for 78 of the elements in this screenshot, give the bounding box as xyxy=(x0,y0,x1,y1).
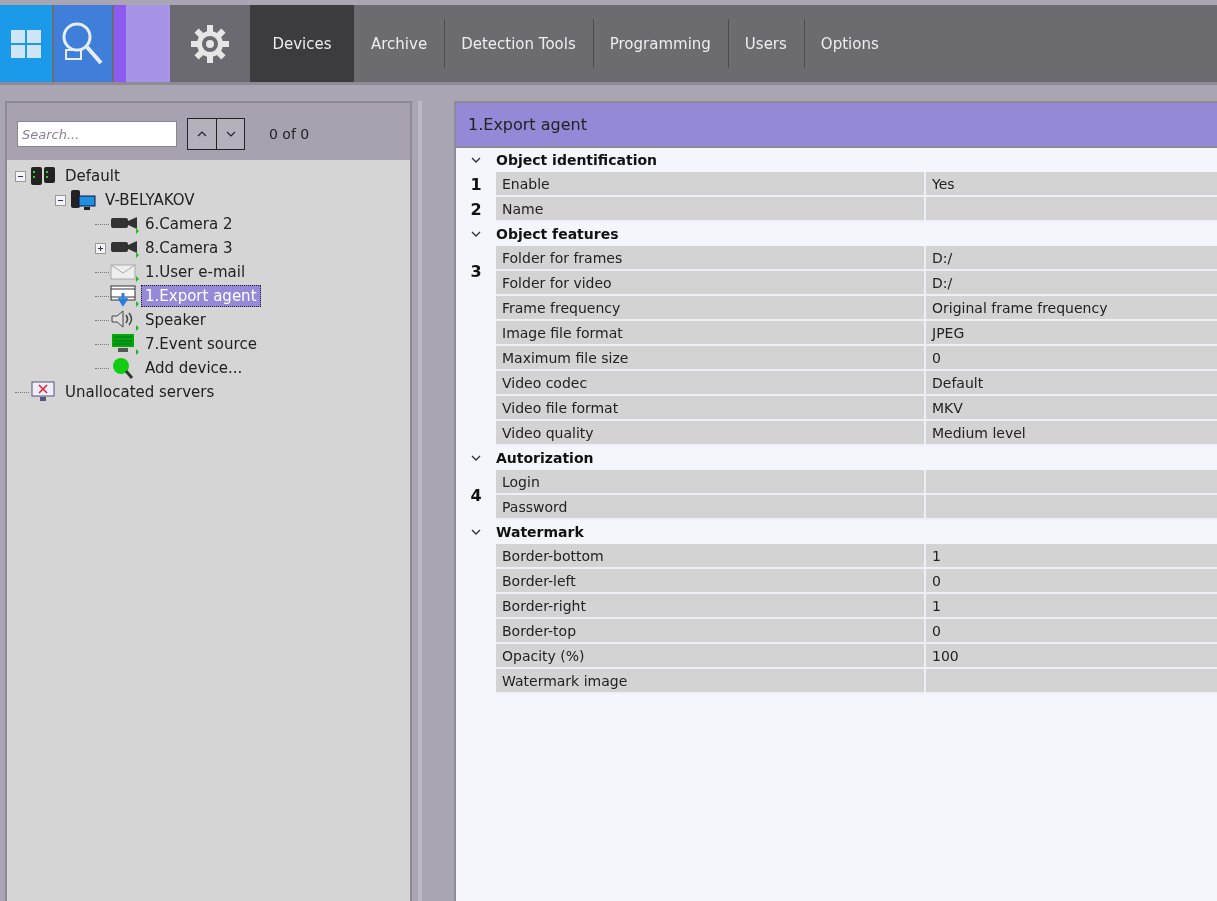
property-value[interactable]: 0 xyxy=(926,346,1217,369)
tree-item[interactable]: Speaker xyxy=(141,309,210,331)
settings-icon xyxy=(190,23,230,64)
search-icon xyxy=(61,20,105,67)
property-name: Image file format xyxy=(496,321,926,344)
nav-tab[interactable]: Options xyxy=(803,5,896,82)
film-export-icon xyxy=(109,285,139,307)
property-name: Video codec xyxy=(496,371,926,394)
property-name: Border-right xyxy=(496,594,926,617)
chevron-up-icon xyxy=(197,131,207,137)
camera-icon xyxy=(109,238,139,258)
callout-number: 1 xyxy=(470,175,482,194)
property-name: Maximum file size xyxy=(496,346,926,369)
tree-item[interactable]: Add device... xyxy=(141,357,247,379)
monitor-icon xyxy=(109,333,139,355)
property-name: Border-bottom xyxy=(496,544,926,567)
nav-tab[interactable]: Detection Tools xyxy=(444,5,593,82)
group-title: Object features xyxy=(496,226,619,242)
callout-number: 2 xyxy=(470,200,482,219)
match-count: 0 of 0 xyxy=(269,126,310,142)
property-name: Enable xyxy=(496,172,926,195)
app-tile[interactable] xyxy=(126,5,170,82)
property-value[interactable]: MKV xyxy=(926,396,1217,419)
property-value[interactable]: D:/ xyxy=(926,271,1217,294)
collapse-icon[interactable] xyxy=(55,194,66,206)
collapse-icon[interactable] xyxy=(15,170,26,182)
accent-tile[interactable] xyxy=(114,5,126,82)
grid-icon xyxy=(10,28,42,59)
speaker-icon xyxy=(109,309,139,331)
tree-item[interactable]: Unallocated servers xyxy=(61,381,219,403)
expand-icon[interactable] xyxy=(95,242,106,254)
search-tile[interactable] xyxy=(54,5,112,82)
camera-icon xyxy=(109,214,139,234)
group-title: Watermark xyxy=(496,524,584,540)
next-button[interactable] xyxy=(216,119,244,149)
property-value[interactable]: 0 xyxy=(926,569,1217,592)
property-name: Folder for frames xyxy=(496,246,926,269)
property-name: Name xyxy=(496,197,926,220)
property-value[interactable]: 1 xyxy=(926,594,1217,617)
property-name: Login xyxy=(496,470,926,493)
tree-item[interactable]: 1.User e-mail xyxy=(141,261,250,283)
windows-tile[interactable] xyxy=(0,5,52,82)
nav-tab[interactable]: Archive xyxy=(354,5,445,82)
callout-number: 4 xyxy=(470,485,482,505)
property-value[interactable]: D:/ xyxy=(926,246,1217,269)
tree-item[interactable]: 6.Camera 2 xyxy=(141,213,237,235)
property-name: Border-left xyxy=(496,569,926,592)
property-value[interactable]: 0 xyxy=(926,619,1217,642)
property-name: Folder for video xyxy=(496,271,926,294)
property-name: Border-top xyxy=(496,619,926,642)
tree-item[interactable]: 8.Camera 3 xyxy=(141,237,237,259)
property-name: Frame frequency xyxy=(496,296,926,319)
property-value[interactable]: Yes xyxy=(926,172,1217,195)
property-name: Watermark image xyxy=(496,669,926,692)
property-value[interactable]: 1 xyxy=(926,544,1217,567)
property-value[interactable]: Original frame frequency xyxy=(926,296,1217,319)
nav-tab[interactable]: Devices xyxy=(250,5,354,82)
nav-tab[interactable]: Users xyxy=(727,5,804,82)
property-name: Password xyxy=(496,495,926,518)
tree-item[interactable]: Default xyxy=(61,165,124,187)
nav-tab[interactable]: Programming xyxy=(592,5,728,82)
property-name: Opacity (%) xyxy=(496,644,926,667)
tree-item[interactable]: V-BELYAKOV xyxy=(101,189,199,211)
envelope-icon xyxy=(109,262,139,282)
callout-number: 3 xyxy=(470,261,482,281)
tree-item[interactable]: 7.Event source xyxy=(141,333,261,355)
computer-icon xyxy=(69,189,99,211)
property-name: Video quality xyxy=(496,421,926,444)
group-title: Object identification xyxy=(496,152,658,168)
property-value[interactable]: 100 xyxy=(926,644,1217,667)
property-name: Video file format xyxy=(496,396,926,419)
property-value[interactable]: JPEG xyxy=(926,321,1217,344)
property-value[interactable]: Default xyxy=(926,371,1217,394)
group-title: Autorization xyxy=(496,450,594,466)
panel-title: 1.Export agent xyxy=(456,103,1217,148)
search-field[interactable]: Search... xyxy=(17,121,177,147)
property-value[interactable]: Medium level xyxy=(926,421,1217,444)
chevron-down-icon xyxy=(225,131,236,137)
